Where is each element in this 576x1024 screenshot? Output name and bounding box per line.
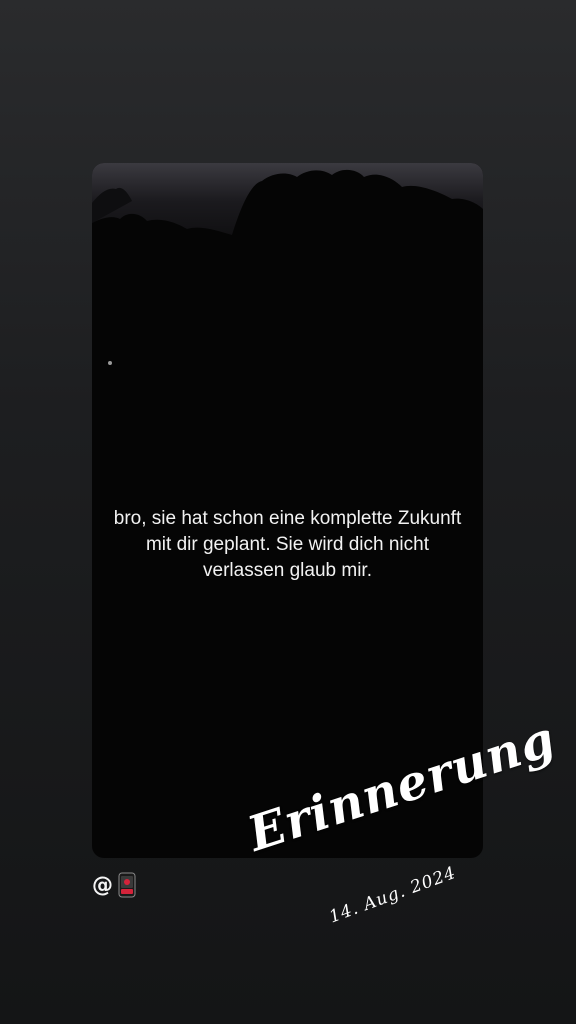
red-phone-icon	[118, 872, 136, 898]
memory-sticker[interactable]: Erinnerung 14. Aug. 2024	[238, 711, 562, 950]
star-dot	[108, 361, 112, 365]
mention-at-symbol: @	[92, 873, 113, 897]
memory-date: 14. Aug. 2024	[326, 862, 459, 928]
mention-tag[interactable]: @	[92, 872, 137, 898]
night-sky-treeline	[92, 163, 483, 423]
story-caption: bro, sie hat schon eine komplette Zukunf…	[113, 508, 462, 581]
